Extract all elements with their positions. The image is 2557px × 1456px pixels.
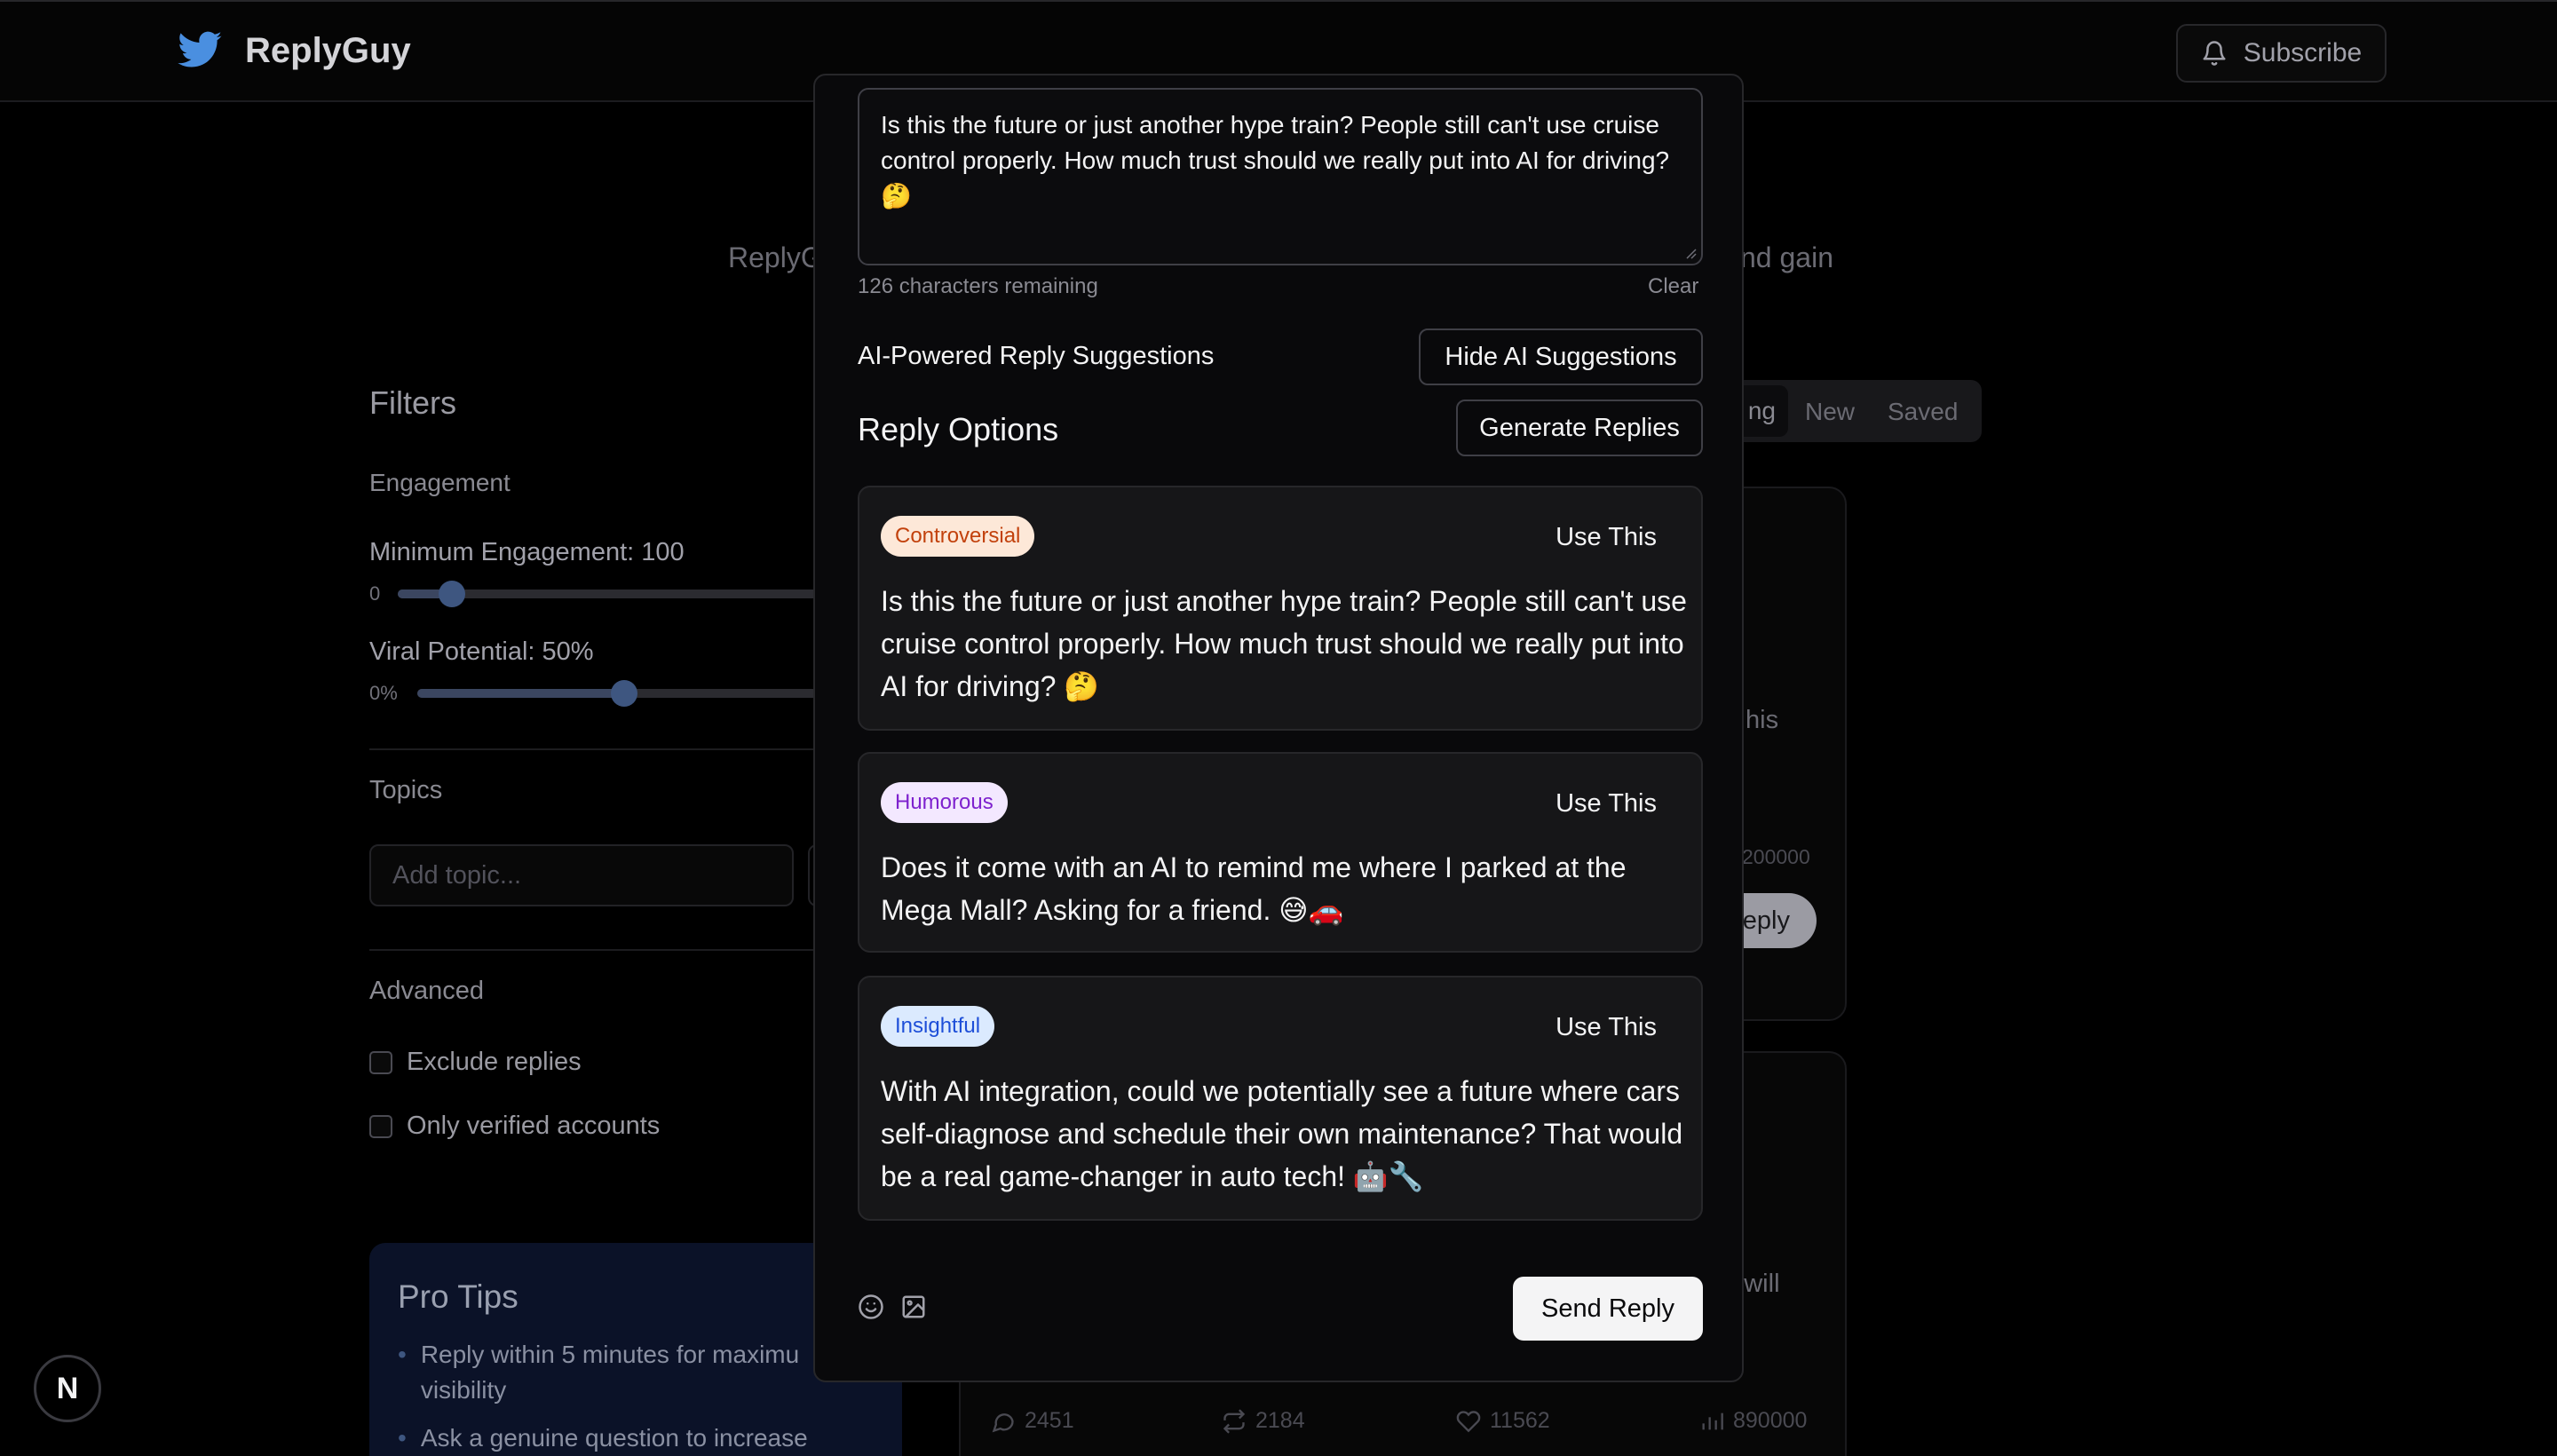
send-reply-label: Send Reply <box>1541 1294 1674 1323</box>
topic-input[interactable]: Add topic... <box>369 844 794 906</box>
min-engagement-min-label: 0 <box>369 582 381 605</box>
generate-replies-label: Generate Replies <box>1479 413 1680 442</box>
advanced-label: Advanced <box>369 977 484 1005</box>
verified-only-checkbox[interactable] <box>369 1114 392 1138</box>
tag-label: Insightful <box>895 1014 981 1038</box>
exclude-replies-label: Exclude replies <box>407 1048 582 1076</box>
filters-title: Filters <box>369 384 456 421</box>
comments-stat[interactable]: 2451 <box>991 1408 1074 1434</box>
subscribe-label: Subscribe <box>2243 38 2363 67</box>
comments-count: 2451 <box>1025 1408 1074 1433</box>
exclude-replies-checkbox-row[interactable]: Exclude replies <box>369 1048 582 1077</box>
viral-potential-min-label: 0% <box>369 682 398 704</box>
tag-badge-controversial: Controversial <box>881 516 1035 557</box>
exclude-replies-checkbox[interactable] <box>369 1050 392 1074</box>
feed-tabs: ng New Saved <box>1714 380 1982 442</box>
verified-only-label: Only verified accounts <box>407 1112 661 1140</box>
heart-icon <box>1456 1410 1481 1432</box>
likes-stat[interactable]: 11562 <box>1456 1408 1550 1434</box>
pro-tip-text: Reply within 5 minutes for maximu visibi… <box>420 1341 800 1404</box>
viral-potential-slider-thumb[interactable] <box>611 680 637 707</box>
subscribe-button[interactable]: Subscribe <box>2176 24 2387 83</box>
tag-badge-humorous: Humorous <box>881 782 1008 823</box>
send-reply-button[interactable]: Send Reply <box>1513 1277 1703 1341</box>
pro-tip-item: • Reply within 5 minutes for maximu visi… <box>398 1337 877 1408</box>
pro-tip-item: • Ask a genuine question to increase <box>398 1420 877 1456</box>
reply-option-text: With AI integration, could we potentiall… <box>881 1075 1683 1192</box>
hero-subtitle-fragment-right: nd gain <box>1740 241 1833 273</box>
tweet-text-fragment: his <box>1746 706 1779 734</box>
bullet-icon: • <box>398 1341 407 1368</box>
tag-badge-insightful: Insightful <box>881 1006 995 1047</box>
tweet-stat-fragment: 200000 <box>1742 845 1810 868</box>
nextjs-dev-badge[interactable]: N <box>34 1355 101 1422</box>
brand-name: ReplyGuy <box>245 30 411 70</box>
viral-potential-label: Viral Potential: 50% <box>369 637 594 666</box>
views-stat[interactable]: 890000 <box>1699 1408 1807 1434</box>
pro-tip-text: Ask a genuine question to increase <box>420 1424 808 1452</box>
reply-option-text: Does it come with an AI to remind me whe… <box>881 851 1627 926</box>
topics-label: Topics <box>369 776 443 804</box>
retweets-stat[interactable]: 2184 <box>1222 1408 1305 1434</box>
use-this-button[interactable]: Use This <box>1556 789 1657 819</box>
viral-potential-slider-fill <box>417 689 623 698</box>
hide-ai-suggestions-label: Hide AI Suggestions <box>1445 342 1677 371</box>
resize-grip-icon[interactable] <box>1683 246 1698 260</box>
use-this-button[interactable]: Use This <box>1556 1013 1657 1042</box>
hero-subtitle-fragment-left: ReplyG <box>728 241 823 273</box>
tab-trending-label: ng <box>1747 397 1776 424</box>
engagement-section-label: Engagement <box>369 469 511 496</box>
reply-button-label: eply <box>1742 906 1790 935</box>
clear-button[interactable]: Clear <box>1648 274 1698 299</box>
emoji-icon[interactable] <box>858 1294 884 1320</box>
tab-saved[interactable]: Saved <box>1888 398 1958 426</box>
twitter-bird-icon <box>178 31 222 67</box>
verified-only-checkbox-row[interactable]: Only verified accounts <box>369 1112 660 1141</box>
reply-option-card: Humorous Use This Does it come with an A… <box>858 752 1703 953</box>
retweet-icon <box>1223 1408 1246 1434</box>
reply-option-card: Insightful Use This With AI integration,… <box>858 976 1703 1221</box>
characters-remaining: 126 characters remaining <box>858 274 1098 298</box>
min-engagement-slider-thumb[interactable] <box>439 581 465 607</box>
tag-label: Controversial <box>895 524 1021 548</box>
pro-tips-title: Pro Tips <box>398 1278 519 1315</box>
bar-chart-icon <box>1702 1412 1723 1429</box>
ai-suggestions-label: AI-Powered Reply Suggestions <box>858 342 1215 370</box>
reply-textarea[interactable]: Is this the future or just another hype … <box>858 88 1703 265</box>
views-count: 890000 <box>1733 1408 1808 1433</box>
tag-label: Humorous <box>895 790 994 814</box>
brand[interactable]: ReplyGuy <box>172 27 411 75</box>
reply-option-card: Controversial Use This Is this the futur… <box>858 486 1703 731</box>
hide-ai-suggestions-button[interactable]: Hide AI Suggestions <box>1419 328 1703 385</box>
comment-icon <box>992 1412 1014 1432</box>
likes-count: 11562 <box>1490 1408 1550 1433</box>
reply-textarea-value: Is this the future or just another hype … <box>881 111 1670 210</box>
retweets-count: 2184 <box>1255 1408 1305 1433</box>
reply-option-text: Is this the future or just another hype … <box>881 585 1687 702</box>
topic-input-placeholder: Add topic... <box>392 860 522 890</box>
reply-modal: Is this the future or just another hype … <box>813 74 1744 1382</box>
tab-new[interactable]: New <box>1805 398 1855 426</box>
bullet-icon: • <box>398 1424 407 1452</box>
generate-replies-button[interactable]: Generate Replies <box>1456 400 1703 456</box>
image-icon[interactable] <box>900 1294 927 1320</box>
use-this-button[interactable]: Use This <box>1556 523 1657 552</box>
bell-icon <box>2203 41 2226 66</box>
nextjs-badge-letter: N <box>56 1371 79 1405</box>
reply-options-title: Reply Options <box>858 411 1059 447</box>
min-engagement-label: Minimum Engagement: 100 <box>369 538 685 566</box>
